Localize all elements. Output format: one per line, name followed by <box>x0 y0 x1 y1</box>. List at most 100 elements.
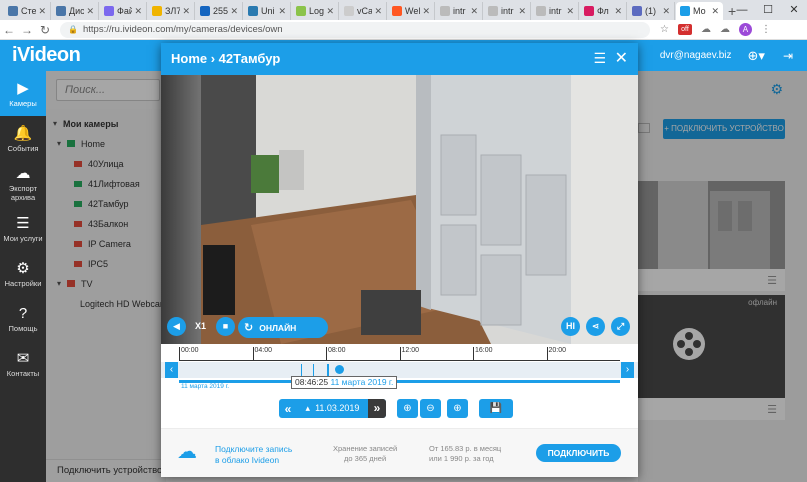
url-text: https://ru.ivideon.com/my/cameras/device… <box>82 24 283 35</box>
sidebar-item-3[interactable]: ☰ Мои услуги <box>0 206 46 251</box>
tab-close-icon[interactable]: ✕ <box>278 6 286 17</box>
globe-icon[interactable]: ⊕▾ <box>748 48 765 64</box>
tab-close-icon[interactable]: ✕ <box>422 6 430 17</box>
sidebar-item-6[interactable]: ✉ Контакты <box>0 341 46 386</box>
tab-close-icon[interactable]: ✕ <box>518 6 526 17</box>
tab-close-icon[interactable]: ✕ <box>38 6 46 17</box>
browser-addressbar: ← → ↻ 🔒 https://ru.ivideon.com/my/camera… <box>0 20 807 40</box>
maximize-icon[interactable]: ☐ <box>755 0 781 20</box>
close-icon[interactable]: ✕ <box>615 48 628 68</box>
zoom-in-icon[interactable]: ⊕ <box>397 399 418 418</box>
timeline-tick-label: 04:00 <box>254 347 273 354</box>
reload-icon[interactable]: ↻ <box>36 23 54 37</box>
sidebar-item-1[interactable]: 🔔 События <box>0 116 46 161</box>
user-email[interactable]: dvr@nagaev.biz <box>660 50 732 61</box>
forward-icon[interactable]: → <box>18 23 36 37</box>
timeline-tick: 08:00 <box>326 347 346 360</box>
date-value[interactable]: ▴ 11.03.2019 <box>297 403 368 414</box>
prev-day-icon[interactable]: « <box>279 402 297 416</box>
sidebar-item-0[interactable]: ▶ Камеры <box>0 71 46 116</box>
timeline-track[interactable]: ‹ › <box>161 362 638 378</box>
browser-tab[interactable]: intr ✕ <box>484 2 531 20</box>
sidebar-icon: ☰ <box>16 214 30 232</box>
minimize-icon[interactable]: — <box>729 0 755 20</box>
logout-icon[interactable]: ⇥ <box>783 49 793 63</box>
tab-close-icon[interactable]: ✕ <box>711 6 719 17</box>
browser-tab[interactable]: ЗЛ7 ✕ <box>148 2 195 20</box>
tab-label: Log <box>309 6 325 16</box>
star-icon[interactable]: ☆ <box>660 24 669 35</box>
tab-close-icon[interactable]: ✕ <box>566 6 574 17</box>
browser-tab[interactable]: Дис ✕ <box>52 2 99 20</box>
browser-tab[interactable]: intr ✕ <box>532 2 579 20</box>
tab-favicon-icon <box>680 6 690 16</box>
tab-close-icon[interactable]: ✕ <box>230 6 238 17</box>
extension-badge[interactable]: off <box>677 24 692 35</box>
tab-close-icon[interactable]: ✕ <box>182 6 190 17</box>
extension-icon[interactable]: ☁ <box>701 24 711 35</box>
sidebar-item-4[interactable]: ⚙ Настройки <box>0 251 46 296</box>
browser-tab[interactable]: 255 ✕ <box>196 2 243 20</box>
tab-close-icon[interactable]: ✕ <box>134 6 142 17</box>
video-player[interactable]: ◀ X1 ■ HI ⋖ ⤢ <box>161 75 638 344</box>
browser-tab[interactable]: Мо ✕ <box>676 2 723 20</box>
ivideon-logo[interactable]: iVideon <box>12 44 81 67</box>
record-mark <box>313 364 314 376</box>
timeline-tick: 04:00 <box>252 347 273 360</box>
browser-tab[interactable]: Фл ✕ <box>580 2 627 20</box>
browser-tab[interactable]: Log ✕ <box>292 2 339 20</box>
tab-label: Дис <box>69 6 85 16</box>
browser-tab[interactable]: Фай ✕ <box>100 2 147 20</box>
browser-tab[interactable]: (1) ✕ <box>628 2 675 20</box>
fullscreen-icon[interactable]: ⤢ <box>611 317 630 336</box>
timeline-tick-label: 16:00 <box>475 347 493 354</box>
timeline-right-arrow[interactable]: › <box>621 362 634 378</box>
tab-favicon-icon <box>152 6 162 16</box>
next-day-icon[interactable]: » <box>368 399 386 418</box>
stop-icon[interactable]: ■ <box>216 317 235 336</box>
tab-close-icon[interactable]: ✕ <box>470 6 478 17</box>
sidebar-item-5[interactable]: ? Помощь <box>0 296 46 341</box>
zoom-out-icon[interactable]: ⊖ <box>420 399 441 418</box>
timeline-left-arrow[interactable]: ‹ <box>165 362 178 378</box>
tab-close-icon[interactable]: ✕ <box>614 6 622 17</box>
browser-tab[interactable]: Wel ✕ <box>388 2 435 20</box>
tab-close-icon[interactable]: ✕ <box>326 6 334 17</box>
tab-close-icon[interactable]: ✕ <box>662 6 670 17</box>
sidebar-icon: ⚙ <box>16 259 30 277</box>
browser-tab[interactable]: Uni ✕ <box>244 2 291 20</box>
close-window-icon[interactable]: ✕ <box>781 0 807 20</box>
browser-menu-icon[interactable]: ⋮ <box>761 24 771 35</box>
share-icon[interactable]: ⋖ <box>586 317 605 336</box>
sidebar-icon: ☁ <box>15 165 31 182</box>
back-icon[interactable]: ← <box>0 23 18 37</box>
hamburger-icon[interactable]: ☰ <box>593 50 606 67</box>
playhead-marker[interactable] <box>335 365 344 374</box>
tab-favicon-icon <box>344 6 354 16</box>
save-archive-icon[interactable]: 💾 <box>479 399 513 418</box>
date-picker[interactable]: « ▴ 11.03.2019 » <box>279 399 386 418</box>
tab-close-icon[interactable]: ✕ <box>86 6 94 17</box>
tab-label: Мо <box>693 6 706 16</box>
zoom-reset-icon[interactable]: ⊕ <box>447 399 468 418</box>
sidebar-item-label: Контакты <box>6 368 40 378</box>
tab-label: (1) <box>645 6 656 16</box>
volume-icon[interactable]: ◀ <box>167 317 186 336</box>
url-input[interactable]: 🔒 https://ru.ivideon.com/my/cameras/devi… <box>60 21 650 38</box>
browser-tab[interactable]: intr ✕ <box>436 2 483 20</box>
storage-line-2: до 365 дней <box>344 454 387 463</box>
hi-quality-button[interactable]: HI <box>561 317 580 336</box>
browser-tab[interactable]: vCa ✕ <box>340 2 387 20</box>
extension-icon-2[interactable]: ☁ <box>720 24 730 35</box>
tab-close-icon[interactable]: ✕ <box>374 6 382 17</box>
sidebar-icon: ▶ <box>17 79 29 97</box>
sidebar-item-2[interactable]: ☁ Экспорт архива <box>0 161 46 206</box>
browser-tab[interactable]: Сте ✕ <box>4 2 51 20</box>
window-controls: — ☐ ✕ <box>729 0 807 20</box>
profile-avatar[interactable]: A <box>738 23 752 36</box>
speed-button[interactable]: X1 <box>191 317 210 336</box>
online-button[interactable]: ↻ ОНЛАЙН <box>238 317 328 338</box>
archive-timeline[interactable]: 00:00 04:00 08:00 12:00 16:00 20:00 ‹ › 11 ма… <box>161 344 638 394</box>
timeline-day-label: 11 марта 2019 г. <box>181 383 230 390</box>
connect-cloud-button[interactable]: ПОДКЛЮЧИТЬ <box>536 444 621 462</box>
